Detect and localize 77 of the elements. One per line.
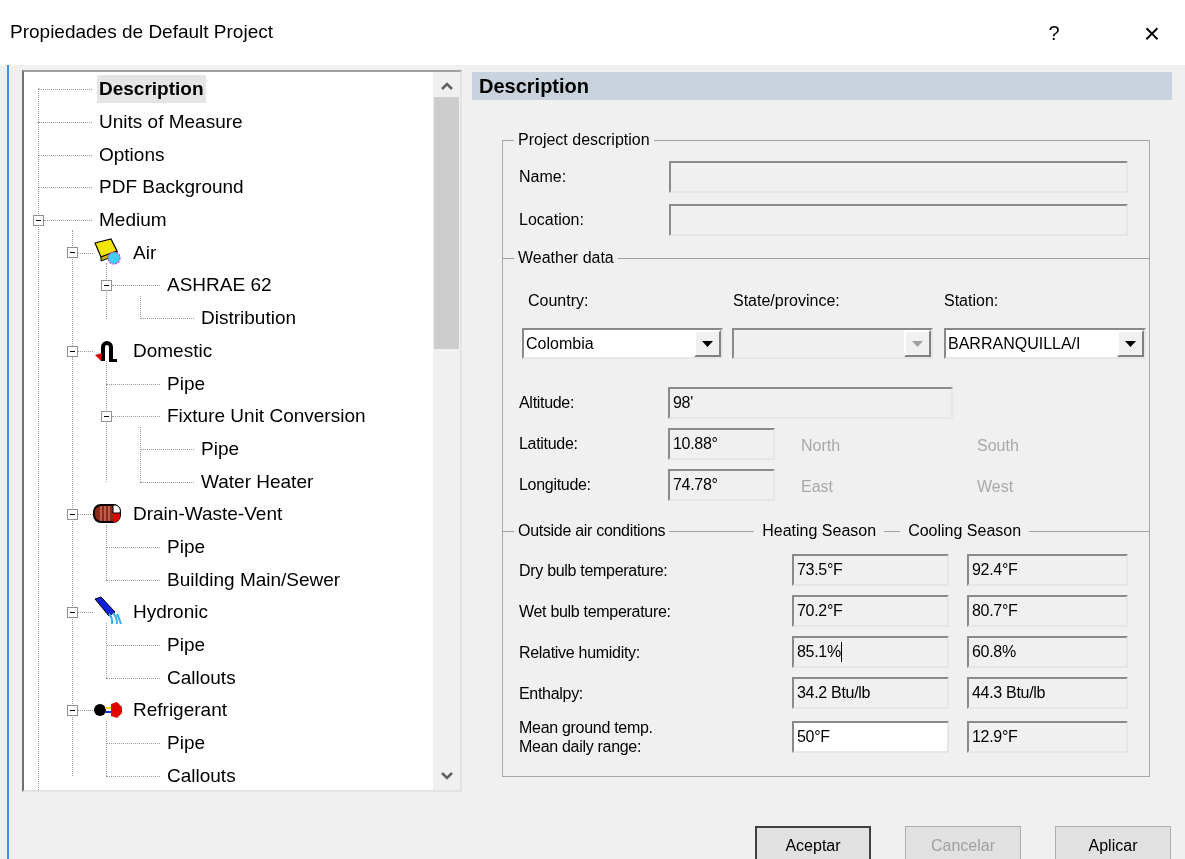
text-field[interactable]: 98' [668, 387, 953, 419]
chevron-down-icon[interactable] [440, 772, 453, 780]
close-button[interactable]: × [1129, 12, 1175, 53]
tree-item[interactable]: Building Main/Sewer [165, 565, 343, 594]
tree-item[interactable]: Callouts [165, 761, 238, 790]
help-button[interactable]: ? [1031, 12, 1077, 53]
chevron-up-icon[interactable] [440, 82, 453, 90]
tree-item[interactable]: Options [97, 140, 167, 169]
collapse-toggle[interactable] [67, 508, 78, 520]
tree-item[interactable]: Air [131, 238, 159, 267]
tree-item[interactable]: Pipe [165, 631, 208, 660]
scrollbar-thumb[interactable] [434, 97, 459, 349]
dropdown[interactable]: Colombia [522, 328, 723, 359]
collapse-toggle[interactable] [101, 410, 112, 422]
tree-item[interactable]: Drain-Waste-Vent [131, 500, 285, 529]
dialog-button[interactable]: Aplicar [1055, 826, 1171, 859]
text-field[interactable]: 92.4°F [967, 554, 1128, 586]
field-label: Dry bulb temperature: [519, 560, 669, 580]
tree-item[interactable]: ASHRAE 62 [165, 271, 274, 300]
tree-item[interactable]: Callouts [165, 663, 238, 692]
tree-item[interactable]: Water Heater [199, 467, 316, 496]
field-label: Wet bulb temperature: [519, 601, 672, 621]
duct-fan-icon [93, 237, 123, 268]
tree-item[interactable]: Domestic [131, 336, 215, 365]
text-field[interactable] [669, 204, 1128, 236]
text-field[interactable]: 80.7°F [967, 595, 1128, 627]
text-field[interactable]: 50°F [792, 721, 949, 753]
collapse-toggle[interactable] [33, 214, 44, 226]
dropdown-label: Station: [944, 291, 999, 311]
tree-item[interactable]: Pipe [165, 532, 208, 561]
caret-icon [1125, 340, 1136, 347]
text-field[interactable]: 74.78° [668, 469, 775, 501]
collapse-toggle[interactable] [101, 280, 112, 292]
tree-item[interactable]: PDF Background [97, 173, 246, 202]
collapse-toggle[interactable] [67, 705, 78, 717]
collapse-toggle[interactable] [67, 607, 78, 618]
window-title: Propiedades de Default Project [10, 20, 274, 45]
text-field[interactable]: 73.5°F [792, 554, 949, 586]
panel-header: Description [472, 72, 1172, 100]
field-label: Location: [519, 210, 585, 230]
caret-icon [702, 340, 713, 347]
tree-item[interactable]: Distribution [199, 304, 299, 333]
text-field[interactable]: 85.1% [792, 636, 949, 668]
field-label: Altitude: [519, 393, 576, 413]
pipe-water-icon [93, 596, 123, 626]
field-label: Mean daily range: [519, 737, 643, 756]
text-field[interactable]: 60.8% [967, 636, 1128, 668]
scrollbar[interactable] [433, 72, 460, 790]
tree-item[interactable]: Pipe [165, 369, 208, 398]
collapse-toggle[interactable] [67, 247, 78, 259]
field-label: Mean ground temp. [519, 718, 654, 737]
field-label: Enthalpy: [519, 683, 584, 703]
tree-item[interactable]: Hydronic [131, 598, 210, 627]
dialog-button[interactable]: Aceptar [755, 826, 871, 859]
tree-item[interactable]: Description [97, 75, 206, 104]
refrigerant-valve-icon [93, 700, 123, 721]
text-field[interactable] [669, 161, 1128, 193]
dropdown[interactable]: BARRANQUILLA/I [944, 328, 1146, 359]
tree-item[interactable]: Units of Measure [97, 108, 245, 137]
field-label: Relative humidity: [519, 642, 641, 662]
collapse-toggle[interactable] [67, 345, 78, 357]
tree-item[interactable]: Medium [97, 206, 169, 235]
tree-item[interactable]: Pipe [165, 729, 208, 758]
field-label: Longitude: [519, 475, 592, 495]
dropdown-label: Country: [528, 291, 590, 311]
tree-item[interactable]: Refrigerant [131, 696, 229, 725]
dropdown-label: State/province: [733, 291, 841, 311]
tree-item[interactable]: Pipe [199, 434, 242, 463]
caret-icon [912, 340, 923, 347]
tree-item[interactable]: Fixture Unit Conversion [165, 402, 368, 431]
field-label: Name: [519, 167, 568, 187]
text-field[interactable]: 12.9°F [967, 721, 1128, 753]
text-field[interactable]: 10.88° [668, 428, 775, 460]
text-field[interactable]: 44.3 Btu/lb [967, 677, 1128, 709]
text-field[interactable]: 34.2 Btu/lb [792, 677, 949, 709]
field-label: Latitude: [519, 434, 579, 454]
text-field[interactable]: 70.2°F [792, 595, 949, 627]
